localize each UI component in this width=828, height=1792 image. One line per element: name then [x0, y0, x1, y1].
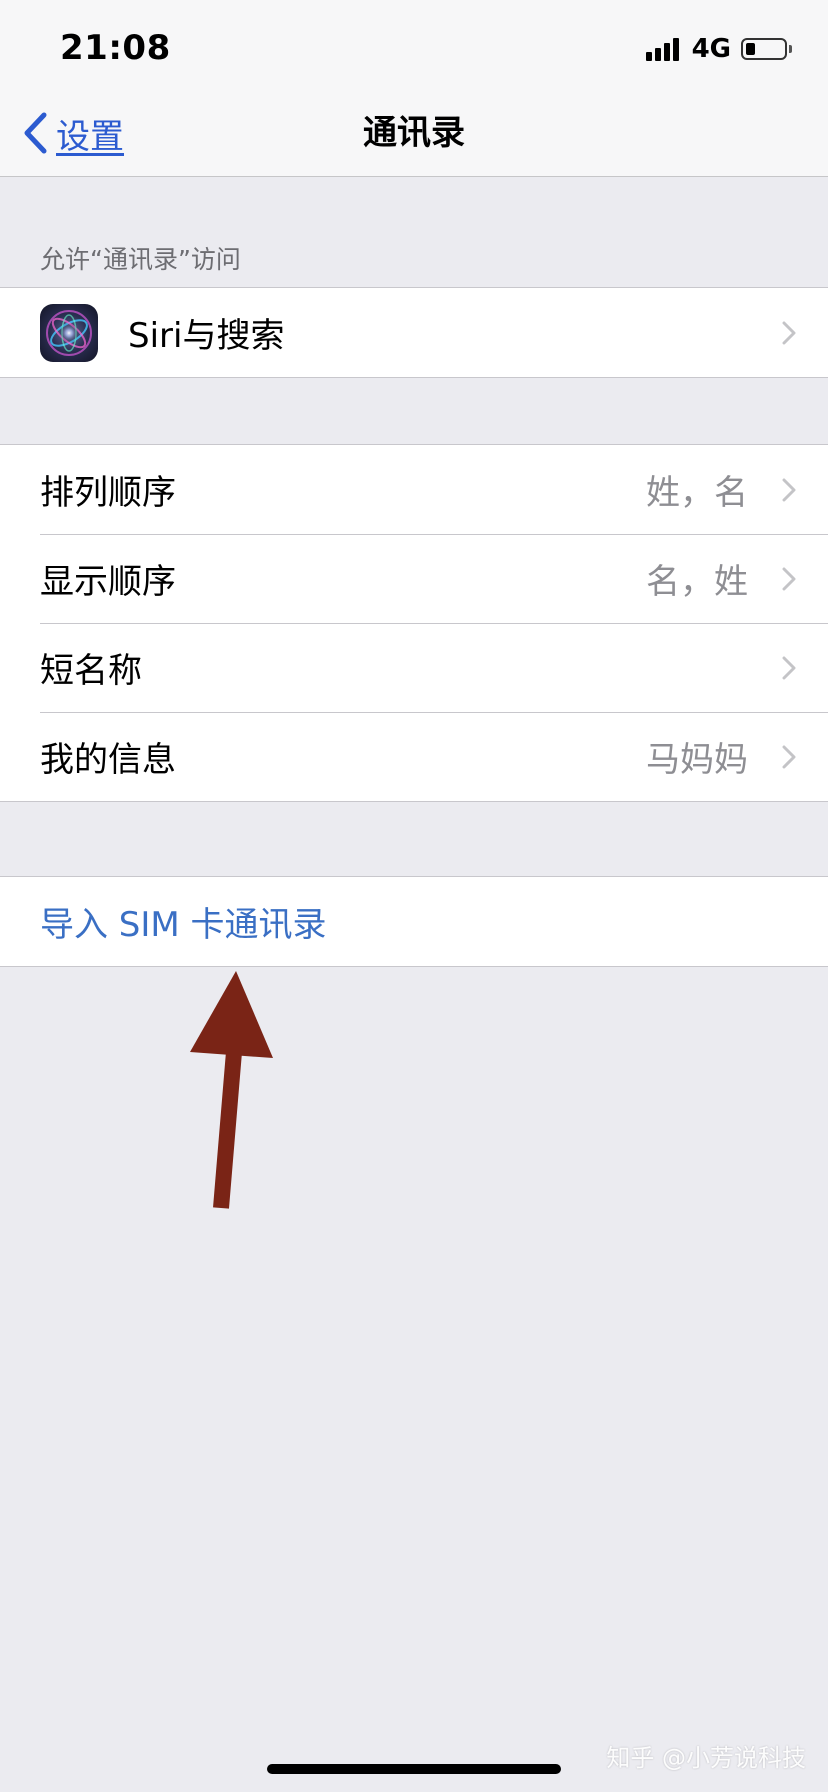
chevron-right-icon: [782, 656, 796, 679]
display-order-value: 名，姓: [646, 562, 748, 602]
chevron-right-icon: [782, 745, 796, 768]
cellular-signal-icon: [645, 37, 682, 61]
short-name-row[interactable]: 短名称: [0, 623, 828, 712]
access-group: Siri与搜索: [0, 287, 828, 378]
my-info-row[interactable]: 我的信息 马妈妈: [0, 712, 828, 801]
import-group: 导入 SIM 卡通讯录: [0, 876, 828, 967]
import-sim-contacts-label: 导入 SIM 卡通讯录: [40, 905, 327, 945]
display-order-label: 显示顺序: [40, 562, 176, 602]
navigation-bar: 设置 通讯录: [0, 100, 828, 177]
contacts-settings-group: 排列顺序 姓，名 显示顺序 名，姓 短名称 我的信息 马妈妈: [0, 444, 828, 802]
network-type: 4G: [691, 34, 731, 64]
sort-order-label: 排列顺序: [40, 473, 176, 513]
chevron-right-icon: [782, 478, 796, 501]
chevron-right-icon: [782, 567, 796, 590]
my-info-value: 马妈妈: [646, 740, 748, 780]
watermark: 知乎 @小芳说科技: [606, 1744, 806, 1772]
import-sim-contacts-button[interactable]: 导入 SIM 卡通讯录: [0, 877, 828, 966]
sort-order-value: 姓，名: [646, 473, 748, 513]
siri-search-label: Siri与搜索: [128, 316, 285, 356]
battery-icon: [741, 38, 787, 60]
status-indicators: 4G: [645, 34, 792, 64]
my-info-label: 我的信息: [40, 740, 176, 780]
home-indicator[interactable]: [267, 1764, 561, 1774]
display-order-row[interactable]: 显示顺序 名，姓: [0, 534, 828, 623]
battery-cap: [789, 45, 792, 53]
page-title: 通讯录: [363, 113, 465, 153]
status-time: 21:08: [60, 28, 171, 68]
chevron-right-icon: [782, 321, 796, 344]
sort-order-row[interactable]: 排列顺序 姓，名: [0, 445, 828, 534]
siri-search-row[interactable]: Siri与搜索: [0, 288, 828, 377]
battery-level: [746, 43, 755, 55]
section-header-access: 允许“通讯录”访问: [40, 245, 241, 274]
status-bar: 21:08 4G: [0, 0, 828, 100]
siri-icon: [40, 303, 98, 362]
short-name-label: 短名称: [40, 651, 142, 691]
